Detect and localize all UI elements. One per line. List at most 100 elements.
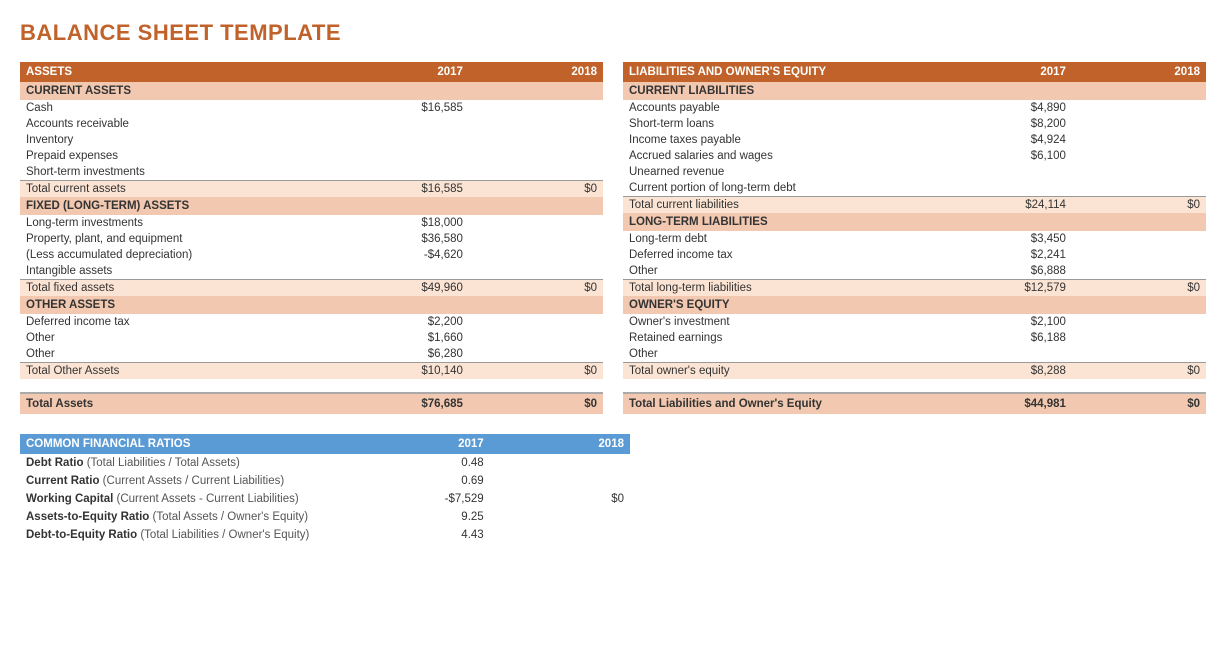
row-val-2018: [469, 116, 603, 132]
row-val-2017: $6,280: [341, 346, 469, 363]
liabilities-table: LIABILITIES AND OWNER'S EQUITY 2017 2018…: [623, 62, 1206, 414]
row-val-2017: $18,000: [341, 215, 469, 231]
row-val-2017: $6,100: [944, 148, 1072, 164]
table-row: Deferred income tax $2,241: [623, 247, 1206, 263]
ratio-row: Assets-to-Equity Ratio (Total Assets / O…: [20, 508, 630, 526]
total-val-2018: $0: [1072, 363, 1206, 380]
assets-header-label: ASSETS: [20, 62, 341, 82]
spacer-row: [20, 379, 603, 393]
ratio-desc: (Total Assets / Owner's Equity): [149, 511, 308, 523]
current-assets-label: CURRENT ASSETS: [20, 82, 603, 100]
assets-header-2018: 2018: [469, 62, 603, 82]
row-val-2017: $6,888: [944, 263, 1072, 280]
row-label: Other: [20, 346, 341, 363]
total-label: Total fixed assets: [20, 280, 341, 297]
row-val-2017: $16,585: [341, 100, 469, 116]
current-assets-total: Total current assets $16,585 $0: [20, 181, 603, 198]
row-label: Long-term investments: [20, 215, 341, 231]
liabilities-header-label: LIABILITIES AND OWNER'S EQUITY: [623, 62, 944, 82]
row-val-2017: [341, 132, 469, 148]
liabilities-grand-total: Total Liabilities and Owner's Equity $44…: [623, 393, 1206, 414]
row-label: Deferred income tax: [623, 247, 944, 263]
ratio-val-2018: [490, 454, 630, 472]
total-label: Total Other Assets: [20, 363, 341, 380]
row-val-2018: [1072, 116, 1206, 132]
row-label: Other: [623, 346, 944, 363]
grand-total-label: Total Liabilities and Owner's Equity: [623, 393, 944, 414]
ratio-val-2018: [490, 472, 630, 490]
ratio-val-2017: 4.43: [356, 526, 490, 544]
row-val-2017: $8,200: [944, 116, 1072, 132]
table-row: Inventory: [20, 132, 603, 148]
assets-section: ASSETS 2017 2018 CURRENT ASSETS Cash $16…: [20, 62, 603, 414]
row-label: Owner's investment: [623, 314, 944, 330]
row-val-2018: [1072, 314, 1206, 330]
total-label: Total current assets: [20, 181, 341, 198]
row-val-2017: $2,200: [341, 314, 469, 330]
ratios-table: COMMON FINANCIAL RATIOS 2017 2018 Debt R…: [20, 434, 630, 544]
fixed-assets-label: FIXED (LONG-TERM) ASSETS: [20, 197, 603, 215]
current-assets-header: CURRENT ASSETS: [20, 82, 603, 100]
table-row: Accounts payable $4,890: [623, 100, 1206, 116]
table-row: Other $6,280: [20, 346, 603, 363]
row-val-2018: [469, 215, 603, 231]
row-label: Inventory: [20, 132, 341, 148]
other-assets-label: OTHER ASSETS: [20, 296, 603, 314]
row-label: Short-term loans: [623, 116, 944, 132]
row-val-2018: [1072, 100, 1206, 116]
row-val-2018: [1072, 148, 1206, 164]
row-label: Long-term debt: [623, 231, 944, 247]
row-val-2017: $36,580: [341, 231, 469, 247]
row-val-2017: [944, 346, 1072, 363]
ratio-val-2018: $0: [490, 490, 630, 508]
ratio-desc: (Total Liabilities / Total Assets): [84, 457, 240, 469]
table-row: Property, plant, and equipment $36,580: [20, 231, 603, 247]
table-row: Deferred income tax $2,200: [20, 314, 603, 330]
ratio-label-cell: Current Ratio (Current Assets / Current …: [20, 472, 356, 490]
row-label: Accounts payable: [623, 100, 944, 116]
ratio-row: Current Ratio (Current Assets / Current …: [20, 472, 630, 490]
row-val-2018: [1072, 263, 1206, 280]
row-val-2017: $1,660: [341, 330, 469, 346]
row-label: Accrued salaries and wages: [623, 148, 944, 164]
current-liabilities-header: CURRENT LIABILITIES: [623, 82, 1206, 100]
row-label: Income taxes payable: [623, 132, 944, 148]
owners-equity-label: OWNER'S EQUITY: [623, 296, 1206, 314]
row-label: Property, plant, and equipment: [20, 231, 341, 247]
ratios-header-2018: 2018: [490, 434, 630, 454]
total-val-2018: $0: [469, 280, 603, 297]
total-val-2017: $16,585: [341, 181, 469, 198]
row-val-2018: [469, 263, 603, 280]
table-row: Intangible assets: [20, 263, 603, 280]
ratio-row: Working Capital (Current Assets - Curren…: [20, 490, 630, 508]
table-row: Unearned revenue: [623, 164, 1206, 180]
grand-total-label: Total Assets: [20, 393, 341, 414]
total-label: Total long-term liabilities: [623, 280, 944, 297]
table-row: Other: [623, 346, 1206, 363]
total-val-2017: $12,579: [944, 280, 1072, 297]
row-val-2018: [1072, 164, 1206, 180]
liabilities-header-2017: 2017: [944, 62, 1072, 82]
row-label: Retained earnings: [623, 330, 944, 346]
liabilities-header-2018: 2018: [1072, 62, 1206, 82]
longterm-liabilities-total: Total long-term liabilities $12,579 $0: [623, 280, 1206, 297]
row-val-2017: [944, 164, 1072, 180]
table-row: Prepaid expenses: [20, 148, 603, 164]
table-row: Cash $16,585: [20, 100, 603, 116]
total-val-2018: $0: [1072, 280, 1206, 297]
row-val-2018: [1072, 132, 1206, 148]
grand-total-val-2017: $76,685: [341, 393, 469, 414]
total-val-2017: $49,960: [341, 280, 469, 297]
ratio-val-2018: [490, 508, 630, 526]
table-row: Accrued salaries and wages $6,100: [623, 148, 1206, 164]
assets-header-row: ASSETS 2017 2018: [20, 62, 603, 82]
total-val-2018: $0: [469, 363, 603, 380]
row-label: Other: [623, 263, 944, 280]
ratio-label-cell: Debt Ratio (Total Liabilities / Total As…: [20, 454, 356, 472]
liabilities-header-row: LIABILITIES AND OWNER'S EQUITY 2017 2018: [623, 62, 1206, 82]
table-row: Other $6,888: [623, 263, 1206, 280]
table-row: Current portion of long-term debt: [623, 180, 1206, 197]
row-val-2018: [469, 330, 603, 346]
row-label: Deferred income tax: [20, 314, 341, 330]
ratios-header-label: COMMON FINANCIAL RATIOS: [20, 434, 356, 454]
